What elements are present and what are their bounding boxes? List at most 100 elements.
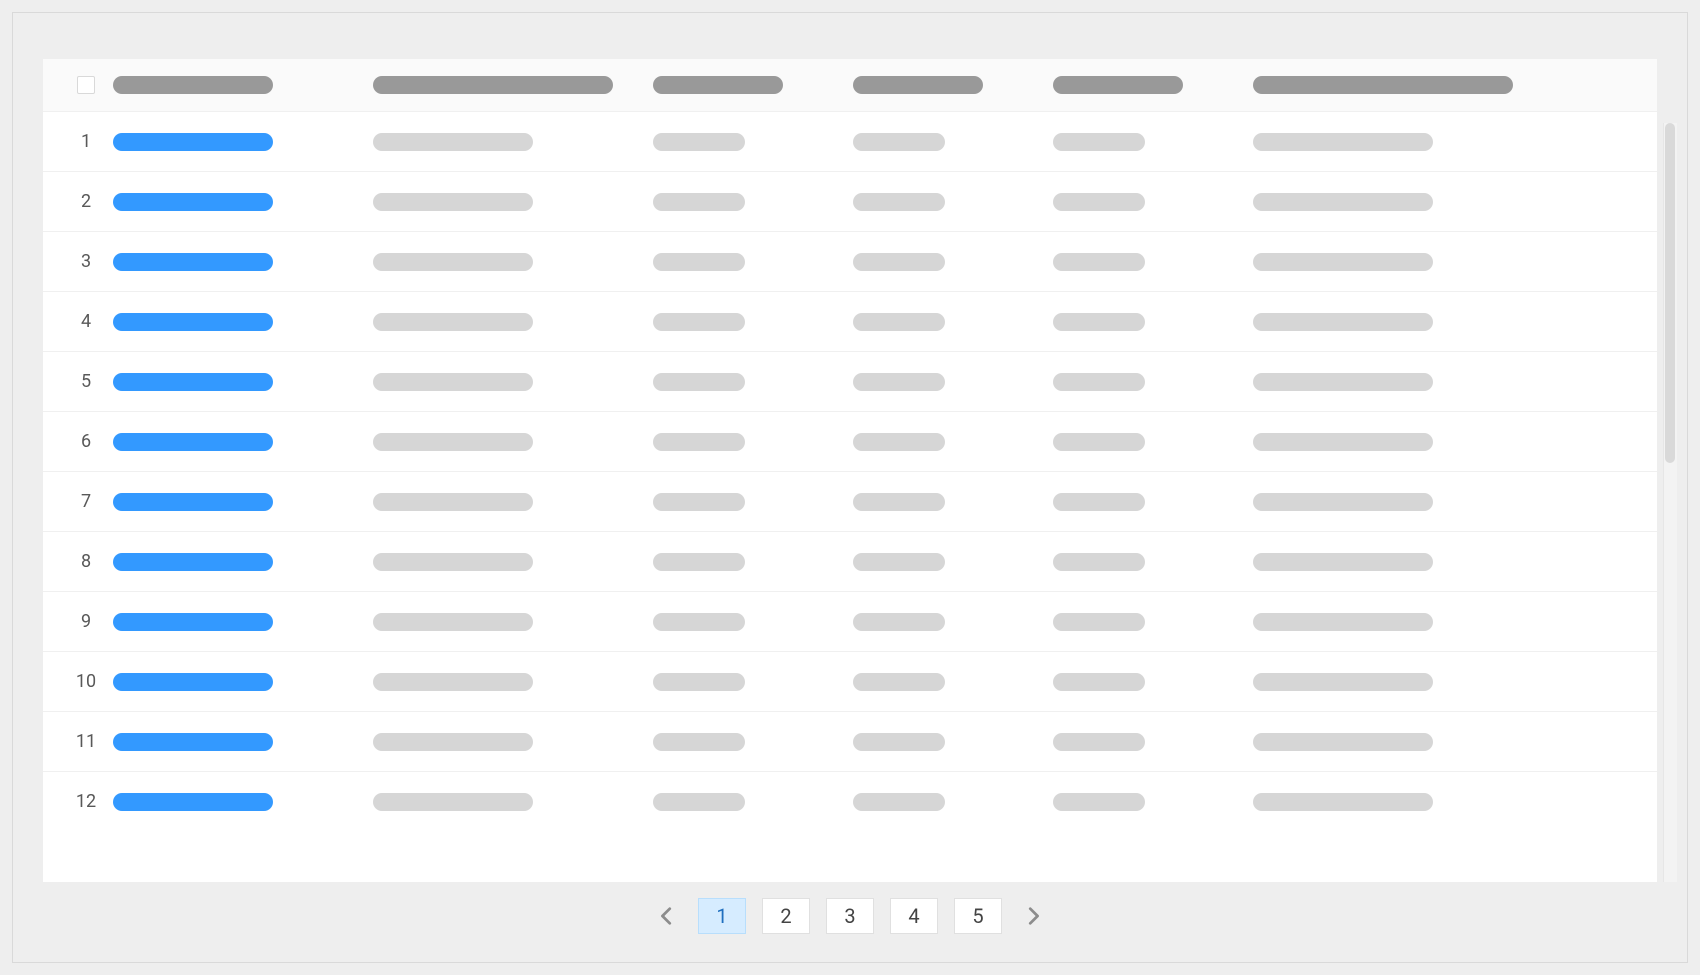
column-header[interactable] <box>1253 76 1641 94</box>
cell <box>373 253 653 271</box>
table-row[interactable]: 8 <box>43 531 1657 591</box>
cell <box>113 733 373 751</box>
header-skeleton <box>653 76 783 94</box>
column-header[interactable] <box>1053 76 1253 94</box>
cell-skeleton <box>653 133 745 151</box>
cell-skeleton <box>373 613 533 631</box>
row-number: 8 <box>59 551 113 572</box>
table-row[interactable]: 12 <box>43 771 1657 831</box>
table-row[interactable]: 1 <box>43 111 1657 171</box>
cell <box>113 373 373 391</box>
scrollbar-thumb[interactable] <box>1665 123 1675 463</box>
pagination-page-button[interactable]: 4 <box>890 898 938 934</box>
header-skeleton <box>373 76 613 94</box>
table-row[interactable]: 6 <box>43 411 1657 471</box>
cell-skeleton <box>1253 133 1433 151</box>
cell <box>113 553 373 571</box>
cell <box>113 253 373 271</box>
cell-skeleton <box>1253 493 1433 511</box>
cell-skeleton <box>1053 673 1145 691</box>
pagination-page-button[interactable]: 1 <box>698 898 746 934</box>
cell <box>373 553 653 571</box>
row-number: 6 <box>59 431 113 452</box>
table-row[interactable]: 9 <box>43 591 1657 651</box>
pagination-next-button[interactable] <box>1018 901 1048 931</box>
row-number: 4 <box>59 311 113 332</box>
cell <box>113 193 373 211</box>
cell-skeleton <box>853 253 945 271</box>
header-skeleton <box>1253 76 1513 94</box>
table-row[interactable]: 4 <box>43 291 1657 351</box>
header-skeleton <box>853 76 983 94</box>
table-row[interactable]: 11 <box>43 711 1657 771</box>
table-row[interactable]: 5 <box>43 351 1657 411</box>
cell <box>853 433 1053 451</box>
table-row[interactable]: 2 <box>43 171 1657 231</box>
pagination-prev-button[interactable] <box>652 901 682 931</box>
row-number: 7 <box>59 491 113 512</box>
row-number: 2 <box>59 191 113 212</box>
cell-skeleton <box>653 793 745 811</box>
cell <box>853 613 1053 631</box>
cell <box>653 373 853 391</box>
cell <box>113 793 373 811</box>
cell-skeleton <box>373 493 533 511</box>
cell <box>653 553 853 571</box>
cell <box>653 613 853 631</box>
cell-skeleton <box>853 133 945 151</box>
cell <box>1053 253 1253 271</box>
cell-skeleton-primary <box>113 673 273 691</box>
cell <box>653 793 853 811</box>
cell-skeleton <box>373 793 533 811</box>
cell-skeleton <box>853 493 945 511</box>
cell <box>1053 133 1253 151</box>
column-header[interactable] <box>853 76 1053 94</box>
cell-skeleton <box>853 433 945 451</box>
cell-skeleton <box>853 673 945 691</box>
pagination-page-button[interactable]: 5 <box>954 898 1002 934</box>
column-header[interactable] <box>373 76 653 94</box>
cell-skeleton <box>853 313 945 331</box>
table-row[interactable]: 3 <box>43 231 1657 291</box>
cell <box>113 673 373 691</box>
column-header[interactable] <box>653 76 853 94</box>
cell-skeleton <box>373 433 533 451</box>
cell-skeleton <box>653 313 745 331</box>
cell-skeleton <box>373 193 533 211</box>
cell <box>653 493 853 511</box>
pagination-page-button[interactable]: 3 <box>826 898 874 934</box>
cell <box>853 253 1053 271</box>
header-skeleton <box>1053 76 1183 94</box>
cell <box>653 133 853 151</box>
cell <box>1253 313 1641 331</box>
row-number: 12 <box>59 791 113 812</box>
select-all-checkbox[interactable] <box>77 76 95 94</box>
cell-skeleton <box>373 253 533 271</box>
row-number: 1 <box>59 131 113 152</box>
cell <box>653 733 853 751</box>
cell <box>1253 733 1641 751</box>
cell-skeleton <box>1253 613 1433 631</box>
cell-skeleton <box>373 373 533 391</box>
cell <box>373 733 653 751</box>
cell-skeleton-primary <box>113 793 273 811</box>
cell-skeleton-primary <box>113 493 273 511</box>
row-number: 5 <box>59 371 113 392</box>
header-skeleton <box>113 76 273 94</box>
cell-skeleton <box>653 673 745 691</box>
cell <box>1053 793 1253 811</box>
table-row[interactable]: 10 <box>43 651 1657 711</box>
row-number: 3 <box>59 251 113 272</box>
column-header[interactable] <box>113 76 373 94</box>
pagination-page-button[interactable]: 2 <box>762 898 810 934</box>
cell-skeleton-primary <box>113 313 273 331</box>
cell-skeleton <box>1053 493 1145 511</box>
cell <box>853 553 1053 571</box>
cell <box>1253 133 1641 151</box>
table-row[interactable]: 7 <box>43 471 1657 531</box>
header-checkbox-cell <box>59 76 113 94</box>
cell <box>113 313 373 331</box>
cell <box>1053 373 1253 391</box>
cell <box>113 433 373 451</box>
cell-skeleton <box>853 553 945 571</box>
